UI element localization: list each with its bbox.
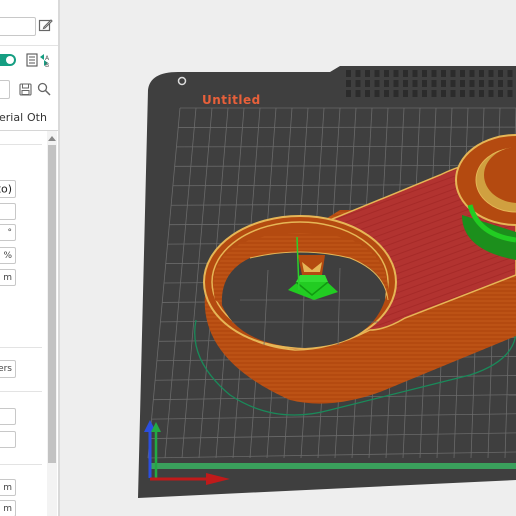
setting-field-3[interactable]: ° <box>0 224 16 241</box>
setting-field-5[interactable]: m <box>0 269 16 286</box>
setting-field-2[interactable] <box>0 203 16 220</box>
settings-sidebar: A B erial Oth to) ° % m ers m <box>0 0 58 516</box>
x-axis-line <box>150 463 516 469</box>
save-icon[interactable] <box>19 83 32 96</box>
edit-icon[interactable] <box>38 18 53 33</box>
plate-title: Untitled <box>202 93 261 107</box>
compare-presets-icon[interactable]: A B <box>26 52 52 68</box>
setting-field-6[interactable] <box>0 408 16 425</box>
scrollbar-thumb[interactable] <box>48 145 56 463</box>
setting-field-8[interactable]: m <box>0 479 16 496</box>
search-icon[interactable] <box>37 82 51 96</box>
svg-text:A: A <box>45 55 50 62</box>
setting-field-4[interactable]: % <box>0 247 16 264</box>
setting-field-9[interactable]: m <box>0 500 16 516</box>
setting-field-1[interactable]: to) <box>0 180 16 198</box>
preset-select[interactable] <box>0 80 10 99</box>
3d-viewport[interactable]: Untitled <box>60 0 516 516</box>
name-input[interactable] <box>0 17 36 36</box>
layers-button[interactable]: ers <box>0 360 16 378</box>
build-plate-scene: Untitled <box>138 66 516 498</box>
tab-others[interactable]: Oth <box>27 111 47 124</box>
setting-field-7[interactable] <box>0 431 16 448</box>
tab-material[interactable]: erial <box>0 111 23 124</box>
sidebar-scrollbar[interactable] <box>47 131 57 516</box>
advanced-toggle[interactable] <box>0 54 16 66</box>
svg-text:B: B <box>45 62 49 68</box>
